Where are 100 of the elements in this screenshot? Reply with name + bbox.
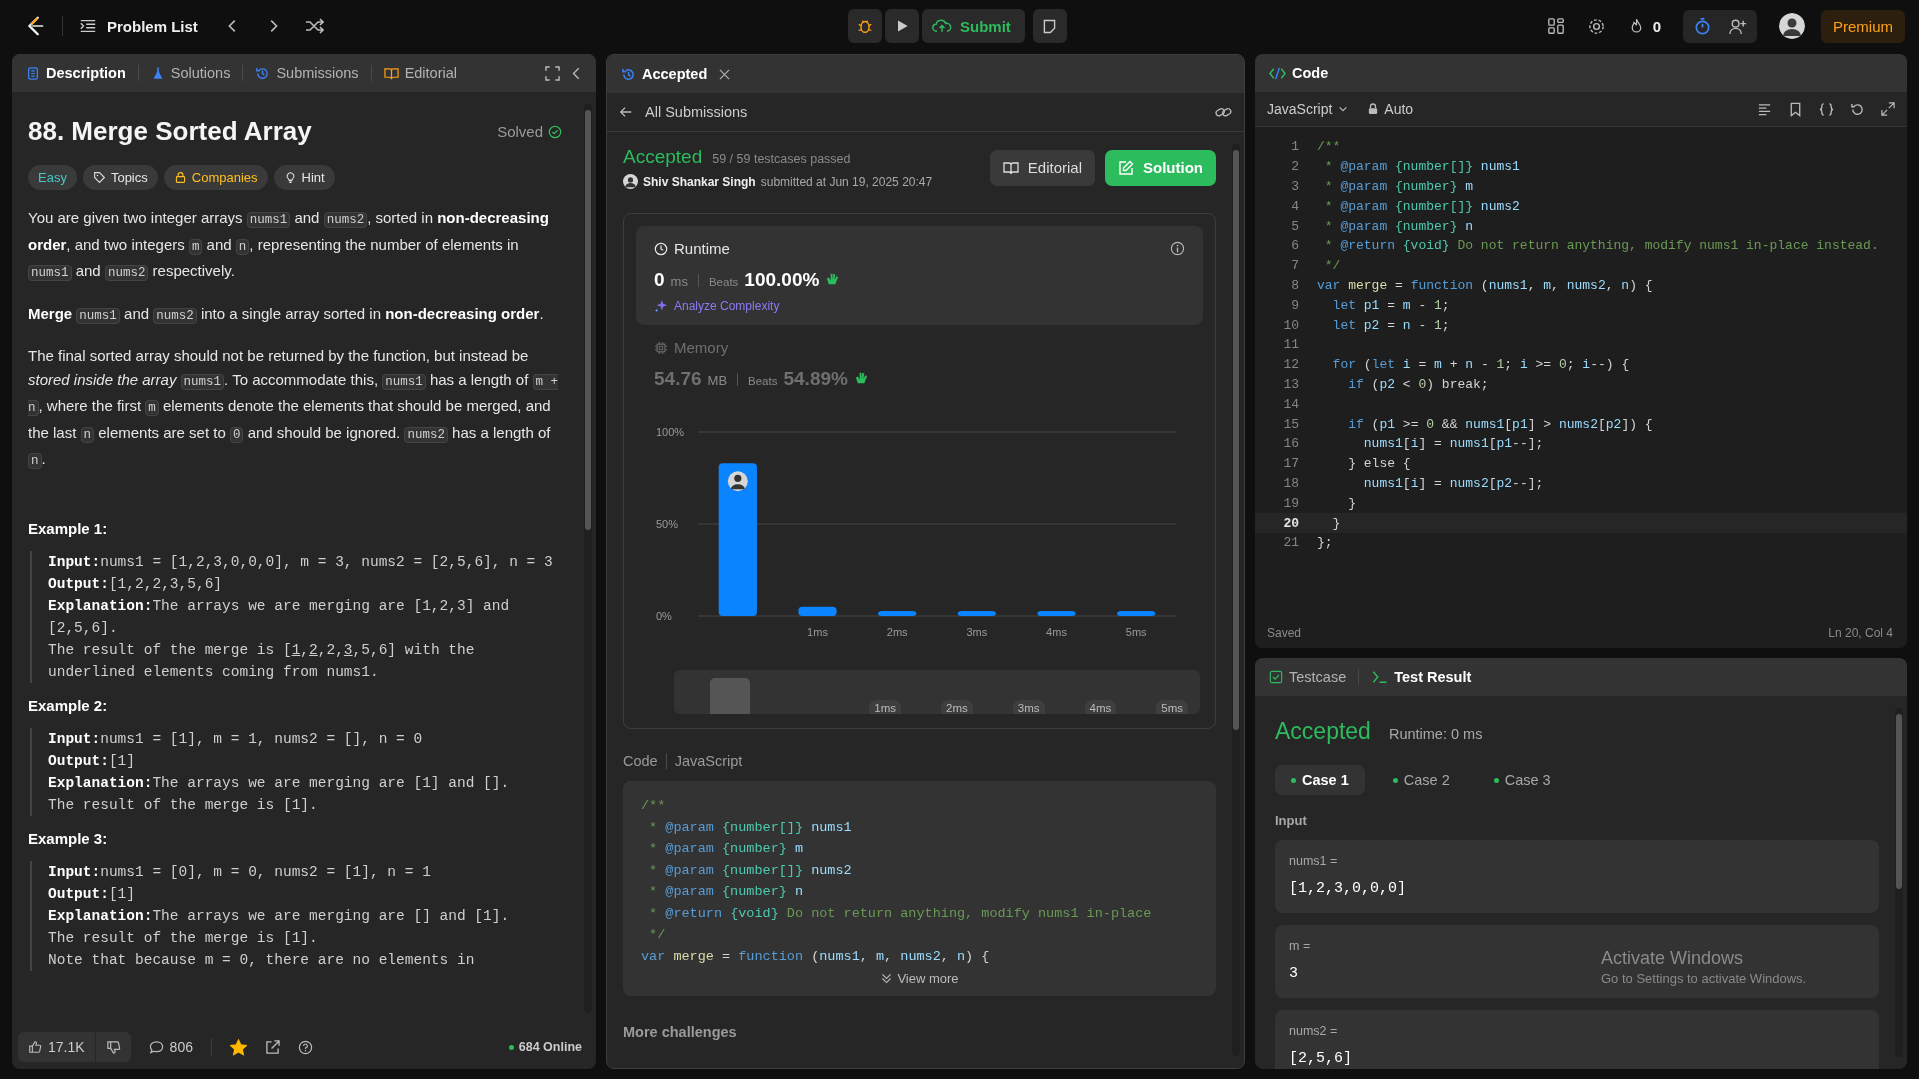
example-line: Output:[1,2,2,3,5,6] (48, 574, 224, 594)
example-line: Input:nums1 = [1,2,3,0,0,0], m = 3, nums2 = [2,5,6], n = 3 (48, 552, 554, 572)
code-line: * @param {number} m (648, 840, 805, 858)
case-tab[interactable]: Case 3 (1477, 765, 1567, 795)
tag-button[interactable]: Topics (82, 165, 158, 190)
debug-button[interactable] (848, 9, 882, 43)
memory-card[interactable]: Memory 54.76 MB Beats 54.89% (636, 325, 1203, 402)
notes-button[interactable] (1032, 9, 1067, 43)
like-button[interactable]: 17.1K (18, 1032, 96, 1062)
language-dropdown[interactable]: JavaScript (1267, 101, 1349, 117)
code-line: nums1[i] = nums1[p1--]; (1362, 436, 1544, 452)
edit-icon (1118, 159, 1134, 176)
terminal-icon (1371, 670, 1389, 684)
history-icon (255, 65, 271, 81)
close-icon[interactable] (719, 68, 731, 80)
beats-value: 54.89% (783, 368, 848, 390)
code-line: } (1347, 495, 1356, 511)
book-icon (383, 65, 399, 81)
code-line: * @param {number} m (1323, 179, 1474, 194)
user-avatar (623, 174, 638, 189)
code-line: var merge = function (nums1, m, nums2, n) { (641, 947, 991, 966)
tag-button[interactable]: Hint (273, 165, 335, 190)
example-line: Input:nums1 = [0], m = 0, nums2 = [1], n = 1 (48, 862, 432, 882)
stat-value: 54.76 (654, 368, 702, 390)
info-icon[interactable] (1170, 241, 1185, 256)
problem-list-button[interactable]: Problem List (79, 17, 198, 35)
panel-tab[interactable]: Testcase (1267, 665, 1349, 689)
double-chevron-icon (880, 972, 894, 985)
tag-button[interactable]: Companies (163, 165, 268, 190)
case-tab[interactable]: Case 1 (1275, 765, 1365, 795)
line-number: 10 (1282, 317, 1299, 333)
shuffle-icon[interactable] (303, 16, 324, 36)
braces-icon[interactable] (1819, 101, 1834, 117)
premium-button[interactable]: Premium (1821, 9, 1905, 43)
run-button[interactable] (885, 9, 919, 43)
checkbox-icon (1269, 670, 1283, 684)
layout-icon[interactable] (1546, 17, 1565, 35)
line-number: 14 (1282, 396, 1299, 412)
activation-notice-text: Go to Settings to activate Windows. (1601, 971, 1807, 986)
case-tab[interactable]: Case 2 (1376, 765, 1466, 795)
help-icon[interactable] (297, 1039, 313, 1055)
variable-name: m = (1289, 939, 1311, 953)
chart-bar[interactable] (957, 611, 996, 616)
streak-counter[interactable]: 0 (1627, 17, 1661, 35)
line-number: 1 (1290, 139, 1299, 155)
expand-icon[interactable] (1881, 102, 1895, 116)
fullscreen-icon[interactable] (545, 65, 560, 81)
chart-bar[interactable] (718, 463, 757, 616)
variable-value: [1,2,3,0,0,0] (1289, 880, 1407, 897)
share-icon[interactable] (264, 1039, 280, 1055)
scrollbar[interactable] (584, 104, 592, 1013)
settings-icon[interactable] (1586, 16, 1606, 36)
code-line: * @param {number[]} nums2 (648, 861, 853, 880)
timer-icon[interactable] (1693, 16, 1712, 36)
chart-bar[interactable] (1037, 611, 1076, 616)
example-line: The result of the merge is [1]. (48, 795, 319, 815)
scrollbar[interactable] (1895, 708, 1903, 1057)
bookmark-icon[interactable] (1788, 101, 1803, 117)
lock-icon (1368, 103, 1379, 115)
panel-tab[interactable]: Solutions (148, 61, 233, 85)
saved-status: Saved (1267, 626, 1302, 640)
line-number: 9 (1290, 297, 1299, 313)
difficulty-tag[interactable]: Easy (28, 165, 77, 190)
chart-bar[interactable] (798, 606, 837, 616)
reset-icon[interactable] (1850, 101, 1865, 117)
code-icon (1269, 65, 1286, 81)
line-number: 5 (1290, 218, 1299, 234)
activation-notice-title: Activate Windows (1601, 948, 1745, 969)
thumbs-down-icon[interactable] (105, 1039, 121, 1055)
line-number: 2 (1290, 159, 1299, 175)
analyze-complexity-link[interactable]: Analyze Complexity (654, 299, 1185, 313)
submit-button[interactable]: Submit (922, 9, 1025, 43)
panel-tab[interactable]: Test Result (1369, 665, 1474, 689)
editorial-button[interactable]: Editorial (989, 149, 1095, 186)
author-name[interactable]: Shiv Shankar Singh (643, 174, 756, 189)
stat-title: Runtime (674, 240, 730, 257)
avatar[interactable] (1779, 13, 1805, 39)
scrollbar[interactable] (1232, 144, 1240, 1056)
chart-bar[interactable] (878, 611, 917, 616)
code-line: } else { (1347, 456, 1411, 472)
panel-tab[interactable]: Description (24, 61, 128, 85)
code-tab[interactable]: Code (1267, 61, 1331, 85)
runtime-card[interactable]: Runtime 0 ms Beats 100.00% Analyze Complexity (636, 226, 1203, 325)
thumbs-up-icon (28, 1040, 42, 1054)
comment-icon (148, 1039, 164, 1055)
submission-tab[interactable]: Accepted (619, 62, 710, 86)
auto-mode[interactable]: Auto (1368, 101, 1414, 117)
panel-tab[interactable]: Editorial (381, 61, 459, 85)
chart-bar[interactable] (1117, 611, 1156, 616)
view-more-button[interactable]: View more (880, 971, 959, 986)
panel-tab[interactable]: Submissions (253, 61, 361, 85)
star-icon[interactable] (229, 1038, 247, 1056)
lock-icon (173, 171, 187, 184)
format-icon[interactable] (1757, 101, 1772, 117)
code-line: * @param {number[]} nums1 (648, 818, 853, 837)
code-editor[interactable] (1255, 127, 1907, 618)
all-submissions-link[interactable]: All Submissions (619, 104, 748, 120)
comments-button[interactable]: 806 (148, 1039, 193, 1055)
back-arrow-icon (619, 105, 633, 119)
axis-label: 0% (656, 610, 672, 622)
